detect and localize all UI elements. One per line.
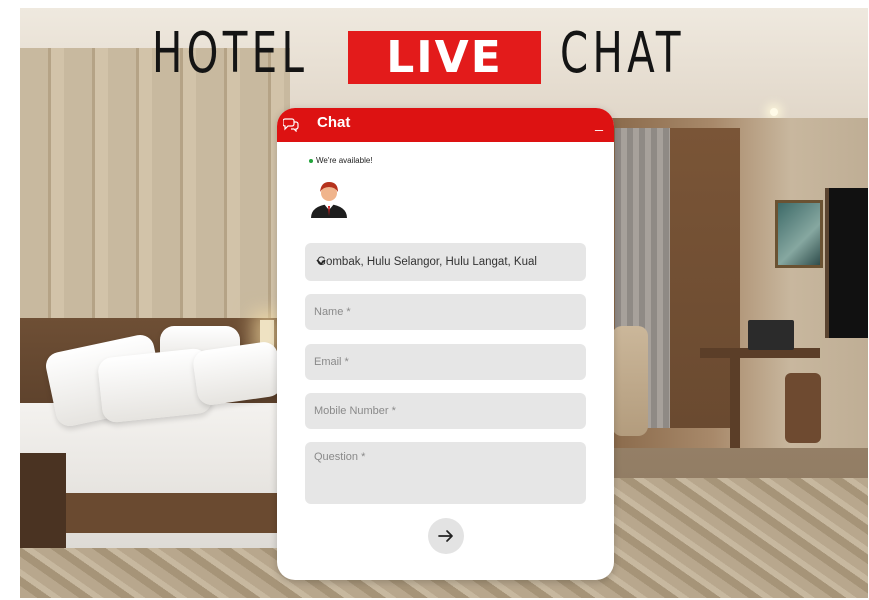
bed-base [60,493,290,533]
hotel-live-chat-headline: HOTEL LIVE CHAT [0,22,869,92]
laptop [748,320,794,350]
armchair [612,326,648,436]
mobile-number-field[interactable]: Mobile Number * [305,393,586,429]
status-dot-icon [309,158,313,163]
chat-header[interactable]: Chat _ [277,108,614,142]
agent-avatar-icon [307,176,351,220]
name-field[interactable]: Name * [305,294,586,330]
pillow [191,340,284,407]
headline-chat: CHAT [560,21,685,86]
chat-title: Chat [317,114,351,131]
nightstand [20,453,66,548]
email-placeholder: Email * [314,356,349,368]
question-placeholder: Question * [314,451,366,463]
name-placeholder: Name * [314,306,351,318]
ceiling-downlight [770,108,778,116]
headline-hotel: HOTEL [152,21,309,86]
wall-art [775,200,823,268]
location-select[interactable]: Gombak, Hulu Selangor, Hulu Langat, Kual [305,243,586,281]
headline-live: LIVE [386,32,503,83]
desk-leg [730,358,740,448]
question-field[interactable]: Question * [305,442,586,504]
send-button[interactable] [428,518,464,554]
chevron-down-icon [314,255,328,269]
location-select-value: Gombak, Hulu Selangor, Hulu Langat, Kual [317,256,537,268]
availability-status: We're available! [309,156,373,165]
chat-widget: Chat _ We're available! Gombak, Hulu Sel… [277,108,614,580]
mobile-placeholder: Mobile Number * [314,405,396,417]
television [825,188,868,338]
desk-chair [785,373,821,443]
email-field[interactable]: Email * [305,344,586,380]
minimize-button[interactable]: _ [592,114,606,132]
chat-bubbles-icon [282,116,299,133]
arrow-right-icon [438,530,453,542]
availability-text: We're available! [316,156,373,165]
